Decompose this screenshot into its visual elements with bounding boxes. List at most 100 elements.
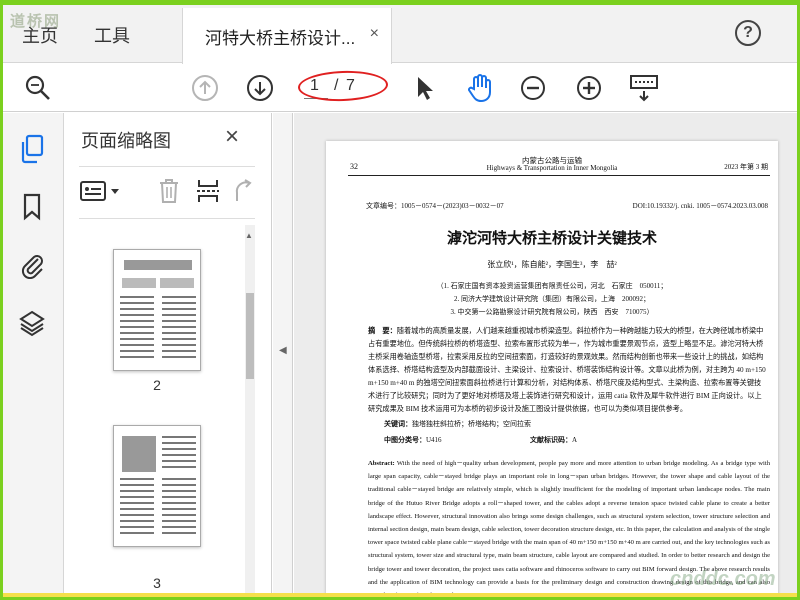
- thumbnail-line: [162, 460, 196, 462]
- thumbnail-line: [162, 478, 196, 480]
- main-toolbar: 1 / 7: [0, 64, 800, 112]
- thumbnail-line: [162, 344, 196, 346]
- keyboard-icon[interactable]: [628, 72, 660, 104]
- thumbnail-options-icon[interactable]: [79, 175, 125, 207]
- abstract-cn: 摘 要：随着城市的高质量发展，人们越来越重视城市桥梁造型。斜拉桥作为一种跨越能力…: [368, 325, 768, 416]
- affiliation-line: 2. 同济大学建筑设计研究院（集团）有限公司，上海 200092；: [454, 295, 650, 303]
- thumbnail-page-label: 3: [153, 575, 161, 591]
- thumbnail-line: [162, 436, 196, 438]
- zoom-in-icon[interactable]: [573, 72, 605, 104]
- thumbnail-line: [120, 302, 154, 304]
- tab-document-title: 河特大桥主桥设计...: [205, 29, 356, 48]
- hand-icon[interactable]: [464, 72, 496, 104]
- journal-name-en: Highways & Transportation in Inner Mongo…: [486, 164, 618, 172]
- split-page-icon[interactable]: [192, 175, 224, 207]
- site-watermark-bottom: cnddc.com: [670, 568, 776, 590]
- tab-document[interactable]: 河特大桥主桥设计... ×: [182, 8, 392, 64]
- tab-home[interactable]: 主页: [22, 22, 58, 48]
- collapse-panel-arrow-icon[interactable]: ◀: [279, 345, 287, 356]
- thumbnail-line: [162, 326, 196, 328]
- thumbnail-line: [162, 314, 196, 316]
- pdf-page: 32 内蒙古公路与运输 Highways & Transportation in…: [326, 141, 778, 600]
- thumbnail-line: [162, 442, 196, 444]
- classification-label: 中图分类号：: [384, 436, 426, 444]
- keywords-label: 关键词：: [384, 420, 412, 428]
- affiliation-line: 3. 中交第一公路勘察设计研究院有限公司，陕西 西安 710075）: [450, 308, 654, 316]
- thumbnail-line: [120, 314, 154, 316]
- document-code-value: A: [572, 436, 578, 444]
- page-down-icon[interactable]: [244, 72, 276, 104]
- thumbnail-line: [120, 502, 154, 504]
- thumbnail-scrollbar-thumb[interactable]: [246, 293, 254, 379]
- thumbnail-line: [162, 466, 196, 468]
- thumbnail-line: [120, 532, 154, 534]
- thumbnail-line: [120, 514, 154, 516]
- thumbnail-panel: 页面缩略图 × 2 3 ▲: [65, 113, 272, 600]
- article-number: 文章编号：1005－0574－(2023)03－0032－07: [366, 202, 504, 210]
- thumbnail-line: [162, 320, 196, 322]
- thumbnail-line: [162, 302, 196, 304]
- select-arrow-icon[interactable]: [408, 72, 440, 104]
- panel-splitter[interactable]: ◀: [273, 113, 293, 600]
- keywords: 关键词：独塔独柱斜拉桥；桥塔结构；空间拉索: [384, 419, 531, 429]
- abstract-cn-text: 随着城市的高质量发展，人们越来越重视城市桥梁造型。斜拉桥作为一种跨越能力较大的桥…: [368, 327, 766, 413]
- bookmark-icon[interactable]: [18, 193, 46, 221]
- help-icon[interactable]: ?: [735, 20, 761, 46]
- thumbnail-figure: [122, 278, 156, 288]
- classification: 中图分类号：U416: [384, 435, 442, 445]
- thumbnail-line: [162, 502, 196, 504]
- thumbnail-line: [162, 496, 196, 498]
- abstract-cn-label: 摘 要：: [368, 327, 397, 335]
- header-rule: [348, 175, 770, 176]
- thumbnail-line: [120, 496, 154, 498]
- thumbnail-line: [162, 332, 196, 334]
- pages-icon[interactable]: [18, 134, 46, 164]
- rotate-page-icon[interactable]: [227, 175, 259, 207]
- article-authors: 张立欣¹，陈自能²，李国生³，李 喆²: [487, 260, 617, 269]
- tab-tools[interactable]: 工具: [94, 22, 130, 48]
- thumbnail-page[interactable]: [113, 249, 201, 371]
- thumbnail-line: [162, 520, 196, 522]
- thumbnail-line: [120, 320, 154, 322]
- thumbnail-line: [120, 332, 154, 334]
- document-view[interactable]: 32 内蒙古公路与运输 Highways & Transportation in…: [294, 113, 800, 600]
- thumbnail-figure: [160, 278, 194, 288]
- thumbnail-line: [162, 484, 196, 486]
- keywords-text: 独塔独柱斜拉桥；桥塔结构；空间拉索: [412, 420, 531, 428]
- thumbnail-panel-close-icon[interactable]: ×: [225, 123, 239, 151]
- thumbnail-line: [120, 478, 154, 480]
- thumbnail-line: [162, 508, 196, 510]
- thumbnail-line: [120, 350, 154, 352]
- thumbnail-line: [120, 520, 154, 522]
- thumbnail-line: [120, 490, 154, 492]
- thumbnail-line: [162, 308, 196, 310]
- thumbnail-panel-title: 页面缩略图: [81, 131, 171, 151]
- thumbnail-line: [162, 514, 196, 516]
- thumbnail-line: [162, 532, 196, 534]
- delete-page-icon[interactable]: [153, 175, 185, 207]
- layers-icon[interactable]: [18, 309, 46, 337]
- scroll-up-arrow-icon[interactable]: ▲: [245, 231, 253, 240]
- tab-close-icon[interactable]: ×: [370, 25, 379, 43]
- thumbnail-line: [120, 308, 154, 310]
- thumbnail-line: [162, 338, 196, 340]
- thumbnail-line: [162, 350, 196, 352]
- thumbnail-line: [120, 484, 154, 486]
- thumbnail-line: [120, 296, 154, 298]
- abstract-en-label: Abstract:: [368, 460, 395, 467]
- zoom-out-icon[interactable]: [517, 72, 549, 104]
- thumbnail-page[interactable]: [113, 425, 201, 547]
- thumbnail-line: [162, 526, 196, 528]
- divider: [79, 166, 255, 167]
- page-up-icon[interactable]: [189, 72, 221, 104]
- attachment-icon[interactable]: [18, 251, 46, 279]
- thumbnail-line: [120, 356, 154, 358]
- left-nav: [0, 113, 64, 600]
- thumbnail-line: [120, 526, 154, 528]
- thumbnail-page-label: 2: [153, 377, 161, 393]
- thumbnail-line: [162, 490, 196, 492]
- thumbnail-scrollbar[interactable]: [245, 225, 255, 600]
- search-icon[interactable]: [22, 72, 54, 104]
- thumbnail-line: [120, 344, 154, 346]
- bottom-strip: [0, 593, 800, 600]
